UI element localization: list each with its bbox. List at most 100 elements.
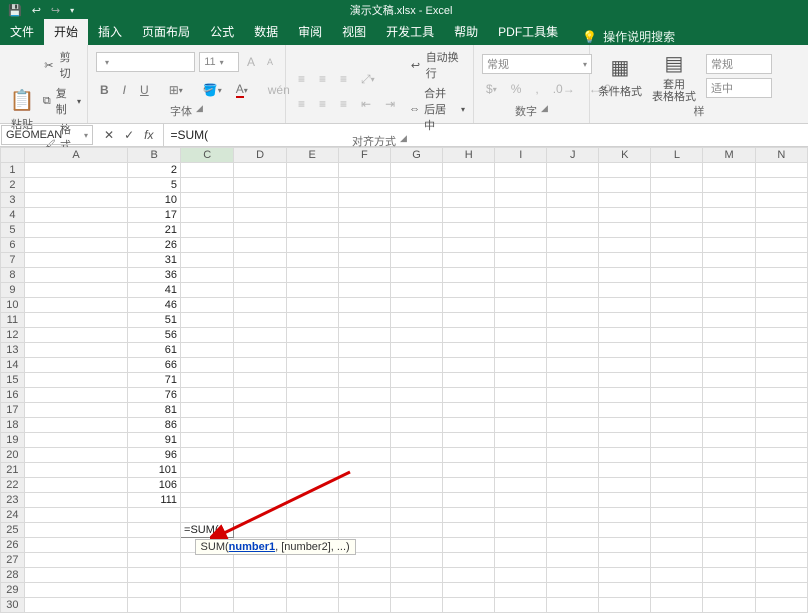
cell-C21[interactable] (181, 463, 234, 478)
cell-A19[interactable] (24, 433, 128, 448)
cell-F15[interactable] (338, 373, 390, 388)
cell-A5[interactable] (24, 223, 128, 238)
cell-E9[interactable] (286, 283, 338, 298)
cell-K7[interactable] (599, 253, 651, 268)
cell-J30[interactable] (547, 598, 599, 613)
cell-K27[interactable] (599, 553, 651, 568)
conditional-format-button[interactable]: ▦ 条件格式 (598, 53, 642, 99)
cell-G25[interactable] (390, 523, 442, 538)
cell-E15[interactable] (286, 373, 338, 388)
cell-E4[interactable] (286, 208, 338, 223)
cell-C29[interactable] (181, 583, 234, 598)
cell-K18[interactable] (599, 418, 651, 433)
cell-E7[interactable] (286, 253, 338, 268)
row-header-3[interactable]: 3 (1, 193, 25, 208)
cell-G21[interactable] (390, 463, 442, 478)
cell-M13[interactable] (703, 343, 755, 358)
cell-I14[interactable] (495, 358, 547, 373)
cell-M9[interactable] (703, 283, 755, 298)
cell-K6[interactable] (599, 238, 651, 253)
cell-E16[interactable] (286, 388, 338, 403)
row-header-18[interactable]: 18 (1, 418, 25, 433)
cell-I2[interactable] (495, 178, 547, 193)
cell-D15[interactable] (234, 373, 286, 388)
cell-C3[interactable] (181, 193, 234, 208)
cell-N27[interactable] (755, 553, 807, 568)
cell-L9[interactable] (651, 283, 703, 298)
cell-H24[interactable] (443, 508, 495, 523)
cell-G1[interactable] (390, 163, 442, 178)
cell-B12[interactable]: 56 (128, 328, 181, 343)
cell-I23[interactable] (495, 493, 547, 508)
cell-D21[interactable] (234, 463, 286, 478)
cell-G30[interactable] (390, 598, 442, 613)
cell-A7[interactable] (24, 253, 128, 268)
cell-I29[interactable] (495, 583, 547, 598)
tab-insert[interactable]: 插入 (88, 19, 132, 45)
cell-D19[interactable] (234, 433, 286, 448)
row-header-26[interactable]: 26 (1, 538, 25, 553)
cell-D18[interactable] (234, 418, 286, 433)
tab-home[interactable]: 开始 (44, 19, 88, 45)
tell-me-search[interactable]: 💡 操作说明搜索 (582, 28, 675, 45)
cell-I9[interactable] (495, 283, 547, 298)
cell-J12[interactable] (547, 328, 599, 343)
cell-L18[interactable] (651, 418, 703, 433)
cell-D24[interactable] (234, 508, 286, 523)
cell-J21[interactable] (547, 463, 599, 478)
cell-H30[interactable] (443, 598, 495, 613)
cell-D16[interactable] (234, 388, 286, 403)
cell-N17[interactable] (755, 403, 807, 418)
cell-G12[interactable] (390, 328, 442, 343)
cell-N28[interactable] (755, 568, 807, 583)
cell-C17[interactable] (181, 403, 234, 418)
cell-K4[interactable] (599, 208, 651, 223)
cell-N2[interactable] (755, 178, 807, 193)
cell-M20[interactable] (703, 448, 755, 463)
row-header-13[interactable]: 13 (1, 343, 25, 358)
cell-H11[interactable] (443, 313, 495, 328)
cell-I25[interactable] (495, 523, 547, 538)
cell-G28[interactable] (390, 568, 442, 583)
cell-I7[interactable] (495, 253, 547, 268)
row-header-7[interactable]: 7 (1, 253, 25, 268)
cell-B21[interactable]: 101 (128, 463, 181, 478)
cell-G23[interactable] (390, 493, 442, 508)
cell-A17[interactable] (24, 403, 128, 418)
tab-developer[interactable]: 开发工具 (376, 19, 444, 45)
cell-A2[interactable] (24, 178, 128, 193)
cell-F7[interactable] (338, 253, 390, 268)
cell-B24[interactable] (128, 508, 181, 523)
cell-C12[interactable] (181, 328, 234, 343)
cell-H28[interactable] (443, 568, 495, 583)
cell-H14[interactable] (443, 358, 495, 373)
cell-D22[interactable] (234, 478, 286, 493)
cell-E22[interactable] (286, 478, 338, 493)
undo-icon[interactable]: ↩ (32, 4, 41, 17)
cell-L24[interactable] (651, 508, 703, 523)
cell-L20[interactable] (651, 448, 703, 463)
cell-B11[interactable]: 51 (128, 313, 181, 328)
cell-B5[interactable]: 21 (128, 223, 181, 238)
number-launcher-icon[interactable]: ◢ (541, 103, 548, 119)
cell-M8[interactable] (703, 268, 755, 283)
worksheet[interactable]: ABCDEFGHIJKLMN12253104175216267318369411… (0, 147, 808, 613)
cell-B22[interactable]: 106 (128, 478, 181, 493)
cell-N12[interactable] (755, 328, 807, 343)
cell-A24[interactable] (24, 508, 128, 523)
cell-I16[interactable] (495, 388, 547, 403)
cell-J15[interactable] (547, 373, 599, 388)
cell-N5[interactable] (755, 223, 807, 238)
cell-C20[interactable] (181, 448, 234, 463)
cell-G11[interactable] (390, 313, 442, 328)
decrease-font-icon[interactable]: A (263, 55, 277, 69)
cell-B23[interactable]: 111 (128, 493, 181, 508)
row-header-16[interactable]: 16 (1, 388, 25, 403)
cell-F5[interactable] (338, 223, 390, 238)
row-header-4[interactable]: 4 (1, 208, 25, 223)
cell-E11[interactable] (286, 313, 338, 328)
cell-F17[interactable] (338, 403, 390, 418)
cell-I24[interactable] (495, 508, 547, 523)
cell-B27[interactable] (128, 553, 181, 568)
cell-K30[interactable] (599, 598, 651, 613)
